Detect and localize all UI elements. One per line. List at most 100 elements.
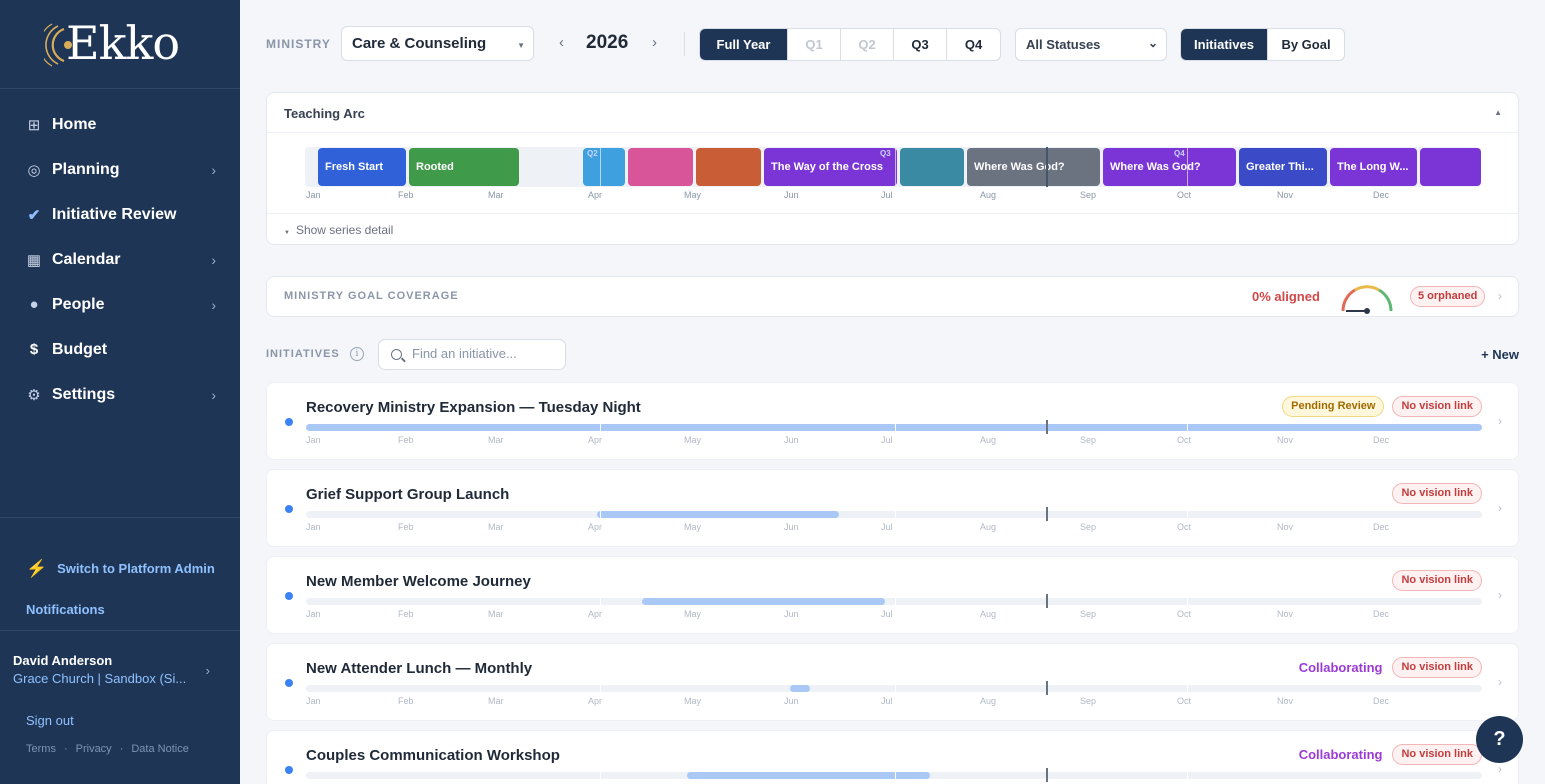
month-label: Sep (1080, 609, 1097, 619)
arc-series-long-walk[interactable]: The Long W... (1330, 148, 1417, 186)
ministry-select[interactable]: Care & Counseling ▼ (341, 26, 534, 61)
month-label: Mar (488, 190, 504, 200)
month-label: Apr (588, 696, 603, 706)
initiative-row[interactable]: Grief Support Group Launch Jan Feb Mar Apr M… (266, 469, 1519, 547)
sidebar-item-initiative-review[interactable]: ✔ Initiative Review (0, 192, 240, 237)
calendar-icon: ▦ (26, 251, 42, 269)
month-label: Dec (1373, 435, 1390, 445)
orphaned-badge[interactable]: 5 orphaned (1410, 286, 1486, 307)
initiative-row[interactable]: New Member Welcome Journey Jan Feb Mar Apr M… (266, 556, 1519, 634)
month-label: Nov (1277, 609, 1294, 619)
period-q2[interactable]: Q2 (841, 29, 894, 60)
status-dot (285, 592, 293, 600)
new-initiative-button[interactable]: + New (1481, 347, 1519, 362)
month-label: Jun (784, 190, 799, 200)
next-year-button[interactable]: › (652, 34, 657, 51)
initiative-title: Grief Support Group Launch (306, 486, 510, 503)
month-label: Nov (1277, 190, 1294, 200)
terms-link[interactable]: Terms (26, 743, 56, 755)
prev-year-button[interactable]: ‹ (559, 34, 564, 51)
quarter-line (600, 683, 601, 694)
separator: · (63, 743, 68, 755)
target-icon: ◎ (27, 161, 41, 179)
quarter-line (1187, 422, 1188, 433)
month-label: Jun (784, 522, 799, 532)
month-label: Dec (1373, 190, 1390, 200)
notifications-link[interactable]: Notifications (0, 594, 240, 630)
dollar-icon: $ (29, 341, 39, 358)
logo[interactable]: Ekko (0, 0, 240, 89)
collapse-icon[interactable]: ▲ (1494, 108, 1502, 117)
divider (267, 132, 1518, 133)
goal-coverage-label: MINISTRY GOAL COVERAGE (284, 290, 459, 302)
quarter-line (1187, 509, 1188, 520)
month-label: Aug (980, 190, 997, 200)
sidebar-item-people[interactable]: ● People › (0, 282, 240, 327)
today-marker (1046, 147, 1048, 187)
chevron-right-icon: › (1498, 675, 1502, 689)
month-label: Mar (488, 696, 504, 706)
arc-series-fresh-start[interactable]: Fresh Start (318, 148, 406, 186)
arc-series[interactable] (1420, 148, 1481, 186)
month-label: Oct (1177, 522, 1192, 532)
ministry-label: MINISTRY (266, 37, 331, 51)
month-label: Oct (1177, 609, 1192, 619)
arc-series-greater-things[interactable]: Greater Thi... (1239, 148, 1327, 186)
sidebar-item-home[interactable]: ⊞ Home (0, 102, 240, 147)
initiative-row[interactable]: Recovery Ministry Expansion — Tuesday Ni… (266, 382, 1519, 460)
view-by-goal[interactable]: By Goal (1268, 29, 1344, 60)
status-dot (285, 505, 293, 513)
switch-admin-button[interactable]: ⚡ Switch to Platform Admin (0, 518, 240, 594)
arc-series[interactable] (628, 148, 693, 186)
timeline-track (306, 511, 1482, 518)
month-label: Sep (1080, 696, 1097, 706)
period-q1[interactable]: Q1 (788, 29, 841, 60)
period-q3[interactable]: Q3 (894, 29, 947, 60)
status-dot (285, 766, 293, 774)
search-input[interactable] (412, 346, 557, 361)
no-vision-link-badge: No vision link (1392, 744, 1482, 765)
initiative-title: Couples Communication Workshop (306, 747, 560, 764)
sidebar-item-budget[interactable]: $ Budget (0, 327, 240, 372)
row-badges: No vision link (1392, 483, 1482, 504)
initiatives-label: INITIATIVES (266, 348, 340, 360)
month-label: Jul (881, 435, 893, 445)
arc-series-rooted[interactable]: Rooted (409, 148, 519, 186)
period-q4[interactable]: Q4 (947, 29, 1000, 60)
month-label: May (684, 696, 702, 706)
arc-series-where-was-god[interactable]: Where Was God? (1103, 148, 1236, 186)
sidebar-item-settings[interactable]: ⚙ Settings › (0, 372, 240, 417)
timeline-bar (687, 772, 930, 779)
teaching-arc-card: Teaching Arc ▲ Fresh Start Rooted The Wa… (266, 92, 1519, 245)
sign-out-link[interactable]: Sign out (26, 713, 74, 728)
data-notice-link[interactable]: Data Notice (131, 743, 188, 755)
arc-series-where-was-god[interactable]: Where Was God? (967, 148, 1100, 186)
quarter-mark: Q3 (880, 149, 891, 158)
goal-coverage-bar[interactable]: MINISTRY GOAL COVERAGE 0% aligned 5 orph… (266, 276, 1519, 317)
initiative-row[interactable]: New Attender Lunch — Monthly Jan Feb Mar Ap… (266, 643, 1519, 721)
initiative-row[interactable]: Couples Communication Workshop JanFebMar… (266, 730, 1519, 784)
period-full-year[interactable]: Full Year (700, 29, 788, 60)
row-badges: Collaborating No vision link (1299, 657, 1482, 678)
user-menu[interactable]: David Anderson Grace Church | Sandbox (S… (0, 630, 240, 710)
info-icon[interactable]: i (350, 347, 364, 361)
arc-series-way-of-the-cross[interactable]: The Way of the Cross (764, 148, 897, 186)
arc-series[interactable] (900, 148, 964, 186)
help-button[interactable]: ? (1476, 716, 1523, 763)
initiative-search[interactable] (378, 339, 566, 370)
month-label: Mar (488, 609, 504, 619)
sidebar-item-calendar[interactable]: ▦ Calendar › (0, 237, 240, 282)
ministry-value: Care & Counseling (352, 35, 487, 52)
user-org: Grace Church | Sandbox (Si... (13, 671, 187, 686)
sidebar-item-planning[interactable]: ◎ Planning › (0, 147, 240, 192)
initiative-title: Recovery Ministry Expansion — Tuesday Ni… (306, 399, 641, 416)
view-initiatives[interactable]: Initiatives (1181, 29, 1268, 60)
month-label: Nov (1277, 435, 1294, 445)
month-label: Mar (488, 522, 504, 532)
status-select[interactable]: All Statuses ⌄ (1015, 28, 1167, 61)
show-series-detail[interactable]: ▼ Show series detail (267, 213, 1518, 237)
arc-series[interactable] (696, 148, 761, 186)
privacy-link[interactable]: Privacy (76, 743, 112, 755)
chevron-right-icon: › (211, 251, 216, 268)
arc-series-label: The Way of the Cross (771, 161, 884, 173)
